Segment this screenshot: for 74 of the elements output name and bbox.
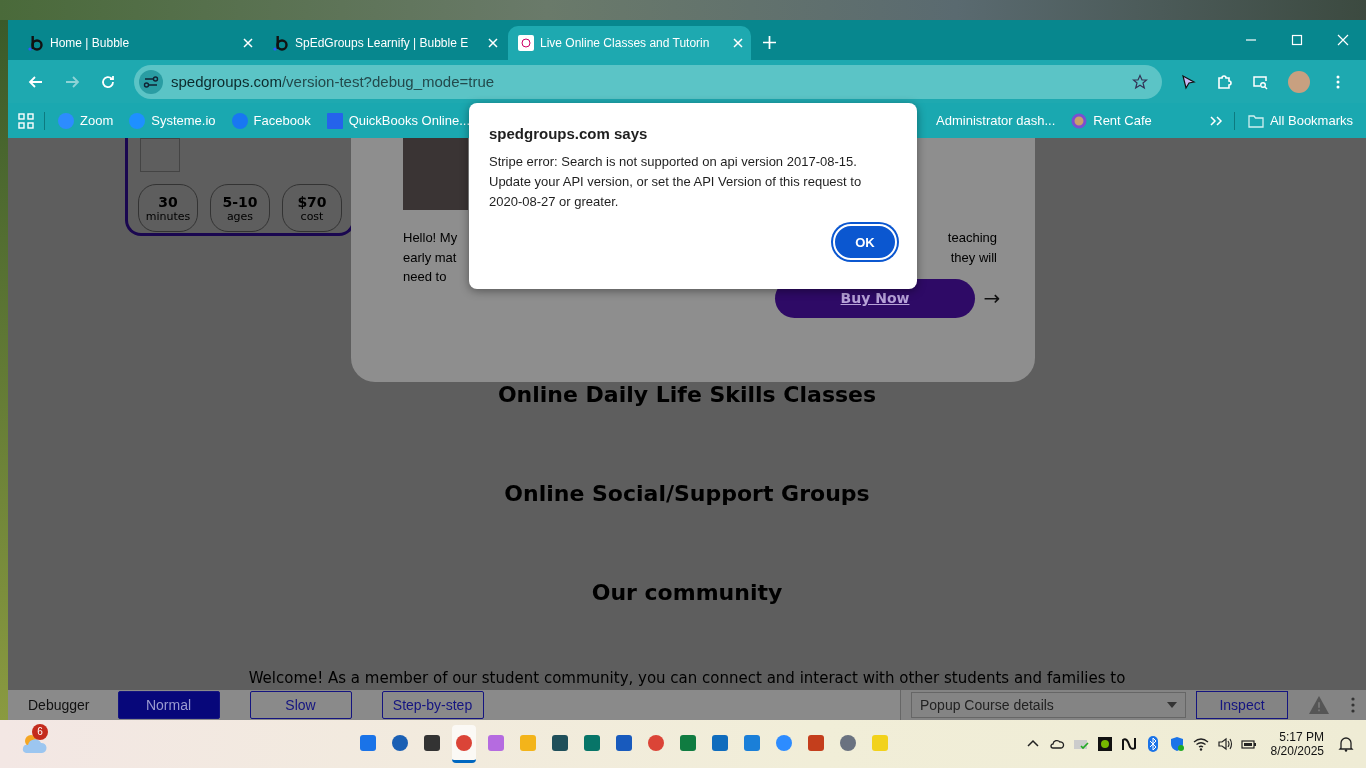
welcome-text: Welcome! As a member of our student community, you can connect and interact with other students and families to <box>248 669 1126 687</box>
maximize-icon[interactable] <box>1291 34 1303 46</box>
taskbar-app-icon[interactable] <box>452 725 476 763</box>
browser-tab[interactable]: Home | Bubble <box>18 26 261 60</box>
close-icon[interactable] <box>243 38 253 48</box>
stat-value: 5-10 <box>222 193 258 210</box>
bookmark-star-icon[interactable] <box>1132 73 1148 90</box>
bookmark-item[interactable]: Rent Cafe <box>1068 112 1155 129</box>
dialog-message: Stripe error: Search is not supported on api version 2017-08-15. Update your API version, or set the API Version of this request to 2020-08-27 or greater. <box>489 153 863 211</box>
site-favicon-icon <box>518 35 534 51</box>
close-icon[interactable] <box>488 38 498 48</box>
stat-value: 30 <box>158 193 178 210</box>
stat-label: cost <box>300 209 324 223</box>
element-dropdown[interactable]: Popup Course details <box>911 692 1186 718</box>
wifi-icon[interactable] <box>1192 736 1209 752</box>
image-placeholder <box>140 138 180 172</box>
bookmark-item[interactable]: QuickBooks Online... <box>323 112 474 129</box>
reload-icon[interactable] <box>100 73 116 90</box>
wave-icon[interactable] <box>1120 736 1137 752</box>
ring-favicon-icon <box>1071 112 1088 129</box>
section-heading: Online Daily Life Skills Classes <box>497 382 877 407</box>
speed-mode-button[interactable]: Slow <box>249 691 352 719</box>
section-heading: Online Social/Support Groups <box>504 481 870 506</box>
bio-text: teaching <box>947 229 997 247</box>
bio-text: Hello! My <box>403 229 458 247</box>
bio-text: need to <box>403 268 448 286</box>
shield-icon[interactable] <box>1168 736 1185 752</box>
dialog-title: spedgroups.com says <box>489 125 649 142</box>
bookmark-favicon-icon <box>326 112 343 129</box>
date-text: 8/20/2025 <box>1270 744 1324 758</box>
photo-placeholder <box>403 138 468 210</box>
notification-bell-icon[interactable] <box>1338 736 1354 752</box>
inspect-button[interactable]: Inspect <box>1196 691 1288 719</box>
puzzle-icon[interactable] <box>1216 73 1232 90</box>
site-settings-icon[interactable] <box>139 69 163 94</box>
stat-label: minutes <box>145 209 191 223</box>
bookmark-favicon-icon <box>231 112 248 129</box>
browser-tab[interactable]: Live Online Classes and Tutorin <box>508 26 751 60</box>
caret-icon <box>1167 702 1177 708</box>
close-icon[interactable] <box>1337 34 1349 46</box>
screen-search-icon[interactable] <box>1252 73 1268 90</box>
bookmark-favicon-icon <box>58 112 74 129</box>
folder-icon <box>1247 112 1264 129</box>
debugger-label: Debugger <box>28 697 90 713</box>
stat-value: $70 <box>297 193 327 210</box>
section-heading: Our community <box>591 580 783 605</box>
all-bookmarks-item[interactable]: All Bookmarks <box>1244 112 1356 129</box>
clock[interactable]: 5:17 PM 8/20/2025 <box>1270 730 1324 758</box>
arrow-text: → <box>982 286 1002 310</box>
bookmark-item[interactable]: Zoom <box>55 112 117 129</box>
notification-badge: 6 <box>32 724 48 740</box>
bookmark-item[interactable]: Administrator dash... <box>933 113 1059 128</box>
address-bar[interactable]: spedgroups.com/version-test?debug_mode=true <box>134 64 1162 99</box>
bio-text: early mat <box>403 248 458 267</box>
speed-mode-button[interactable]: Step-by-step <box>381 691 484 719</box>
browser-tab[interactable]: SpEdGroups Learnify | Bubble E <box>263 26 506 60</box>
bookmark-favicon-icon <box>129 112 146 129</box>
time-text: 5:17 PM <box>1279 730 1324 744</box>
apps-grid-icon[interactable] <box>18 112 34 129</box>
tray-app-icon[interactable] <box>1096 736 1113 752</box>
bio-text: they will <box>950 248 997 267</box>
bubble-logo-icon <box>273 35 289 51</box>
bookmark-item[interactable]: Systeme.io <box>126 112 219 129</box>
new-tab-icon[interactable] <box>763 36 776 49</box>
bubble-logo-icon <box>28 35 44 51</box>
cursor-icon[interactable] <box>1180 73 1196 90</box>
bookmark-item[interactable]: Facebook <box>228 112 314 129</box>
ok-button[interactable]: OK <box>833 224 897 260</box>
speed-mode-button[interactable]: Normal <box>117 691 220 719</box>
stat-label: ages <box>226 209 254 223</box>
more-options-icon[interactable] <box>1350 696 1356 714</box>
back-arrow-icon[interactable] <box>28 73 44 90</box>
speaker-icon[interactable] <box>1216 736 1233 752</box>
close-icon[interactable] <box>733 38 743 48</box>
